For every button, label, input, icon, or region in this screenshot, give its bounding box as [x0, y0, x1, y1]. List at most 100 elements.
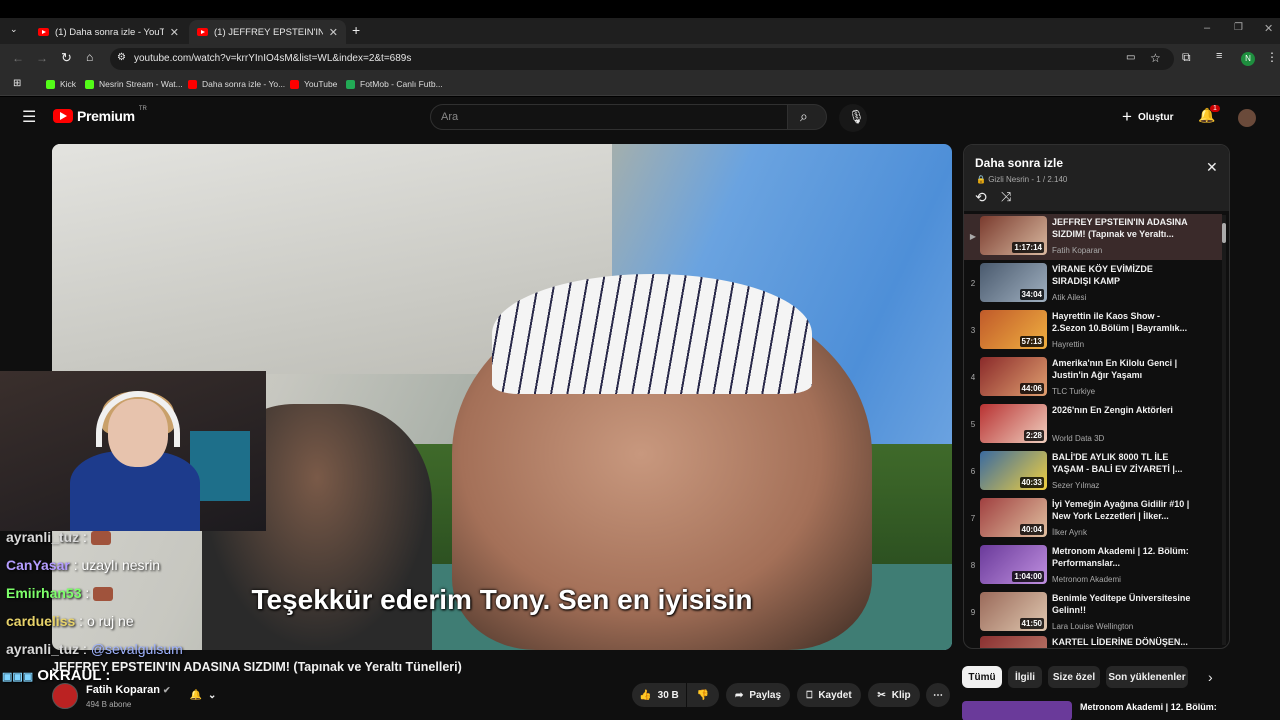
chat-line: ayranli_tuz :	[6, 529, 266, 557]
minimize-icon[interactable]: –	[1204, 22, 1210, 34]
scissors-icon: ✂	[877, 689, 886, 701]
video-thumbnail: 1:04:00	[980, 545, 1047, 584]
account-avatar[interactable]	[1238, 109, 1256, 127]
save-button[interactable]: ⎕ Kaydet	[797, 683, 861, 707]
plus-icon: +	[1122, 107, 1132, 126]
reload-icon[interactable]: ↻	[61, 50, 72, 66]
youtube-logo[interactable]: Premium TR	[53, 106, 147, 124]
channel-name[interactable]: Fatih Koparan ✔	[86, 684, 171, 696]
more-actions-button[interactable]: ⋯	[926, 683, 950, 707]
playlist-title[interactable]: Daha sonra izle	[975, 156, 1063, 170]
chrome-menu-icon[interactable]: ⋮	[1266, 50, 1278, 64]
notifications-button[interactable]: 🔔 1	[1198, 105, 1222, 129]
bookmark-watch-later[interactable]: Daha sonra izle - Yo...	[188, 79, 285, 89]
chip-recent[interactable]: Son yüklenenler	[1106, 666, 1188, 688]
search-input[interactable]: Ara	[430, 104, 788, 130]
playlist-item[interactable]: 6 40:33 BALİ'DE AYLIK 8000 TL İLE YAŞAM …	[964, 449, 1222, 495]
bookmark-star-icon[interactable]: ☆	[1150, 51, 1161, 65]
url-bar[interactable]: ⚙ youtube.com/watch?v=krrYInIO4sM&list=W…	[110, 48, 1174, 70]
channel-avatar[interactable]	[52, 683, 78, 709]
video-thumbnail: 2:28	[980, 404, 1047, 443]
bookmark-youtube[interactable]: YouTube	[290, 79, 337, 89]
chip-for-you[interactable]: Size özel	[1048, 666, 1100, 688]
extensions-icon[interactable]: ⧉	[1182, 50, 1191, 65]
tab-bar: ⌄ (1) Daha sonra izle - YouTube ✕ (1) JE…	[0, 18, 1280, 44]
kick-icon	[46, 79, 55, 89]
video-thumbnail: 40:04	[980, 498, 1047, 537]
bookmark-fotmob[interactable]: FotMob - Canlı Futb...	[346, 79, 443, 89]
notification-bell-button[interactable]: 🔔 ⌄	[180, 683, 226, 707]
loop-icon[interactable]: ⟲	[975, 189, 987, 206]
thumbs-down-icon: 👎	[696, 689, 710, 701]
playlist-item[interactable]: 8 1:04:00 Metronom Akademi | 12. Bölüm: …	[964, 543, 1222, 589]
tab-active-video[interactable]: (1) JEFFREY EPSTEIN'IN ADASIN ✕	[189, 20, 346, 44]
shuffle-icon[interactable]: ⤨	[1001, 189, 1011, 205]
bookmark-icon: ⎕	[806, 689, 813, 701]
fotmob-icon	[346, 79, 355, 89]
notification-count-badge: 1	[1210, 105, 1220, 112]
youtube-favicon-icon	[197, 28, 208, 36]
chat-emote-icon	[90, 531, 111, 546]
install-app-icon[interactable]: ▭	[1126, 52, 1135, 63]
video-thumbnail	[980, 636, 1047, 648]
create-button[interactable]: + Oluştur	[1122, 107, 1174, 127]
playlist-item[interactable]: 10 KARTEL LİDERİNE DÖNÜŞEN...	[964, 634, 1222, 648]
social-icons: ▣▣▣	[2, 671, 34, 683]
video-thumbnail: 44:06	[980, 357, 1047, 396]
playlist-item[interactable]: 3 57:13 Hayrettin ile Kaos Show - 2.Sezo…	[964, 308, 1222, 354]
chevron-right-icon[interactable]: ›	[1208, 669, 1213, 685]
forward-icon[interactable]: →	[36, 51, 48, 65]
subscriber-count: 494 B abone	[86, 700, 132, 709]
chip-related[interactable]: İlgili	[1008, 666, 1042, 688]
media-control-icon[interactable]: ≡	[1216, 50, 1222, 62]
playlist-item[interactable]: 7 40:04 İyi Yemeğin Ayağına Gidilir #10 …	[964, 496, 1222, 542]
tab-watch-later[interactable]: (1) Daha sonra izle - YouTube ✕	[30, 20, 187, 44]
bookmark-nesrin-stream[interactable]: Nesrin Stream - Wat...	[85, 79, 183, 89]
streamer-webcam	[0, 371, 266, 531]
like-button[interactable]: 👍 30 B	[632, 683, 686, 707]
maximize-icon[interactable]: ❐	[1234, 22, 1243, 33]
playlist-item[interactable]: 9 41:50 Benimle Yeditepe Üniversitesine …	[964, 590, 1222, 636]
close-tab-icon[interactable]: ✕	[329, 26, 338, 39]
chevron-down-icon: ⌄	[208, 689, 217, 701]
video-thumbnail: 57:13	[980, 310, 1047, 349]
playlist-header: Daha sonra izle 🔒 Gizli Nesrin - 1 / 2.1…	[964, 145, 1229, 211]
overlay-user-label: ▣▣▣ OKRAUL :	[2, 667, 111, 684]
url-text: youtube.com/watch?v=krrYInIO4sM&list=WL&…	[134, 53, 412, 64]
share-button[interactable]: ➦ Paylaş	[726, 683, 790, 707]
video-thumbnail: 1:17:14	[980, 216, 1047, 255]
scroll-thumb[interactable]	[1222, 223, 1226, 243]
bell-icon: 🔔	[189, 689, 203, 701]
hamburger-menu-icon[interactable]: ☰	[22, 107, 36, 127]
dislike-button[interactable]: 👎	[687, 683, 719, 707]
address-bar-row: ← → ↻ ⌂ ⚙ youtube.com/watch?v=krrYInIO4s…	[0, 44, 1280, 74]
playlist-item[interactable]: ▶ 1:17:14 JEFFREY EPSTEIN'IN ADASINA SIZ…	[964, 214, 1222, 260]
playlist-item[interactable]: 4 44:06 Amerika'nın En Kilolu Genci | Ju…	[964, 355, 1222, 401]
recommendation-thumbnail	[962, 701, 1072, 720]
site-settings-icon[interactable]: ⚙	[117, 52, 126, 63]
back-icon[interactable]: ←	[12, 51, 24, 65]
profile-avatar[interactable]: N	[1241, 52, 1255, 66]
voice-search-button[interactable]: 🎙	[839, 104, 867, 132]
tab-list-icon[interactable]: ⌄	[10, 24, 18, 35]
verified-icon: ✔	[163, 685, 171, 695]
apps-grid-icon[interactable]: ⊞	[13, 78, 21, 89]
close-tab-icon[interactable]: ✕	[170, 26, 179, 39]
clip-button[interactable]: ✂ Klip	[868, 683, 920, 707]
kick-icon	[85, 79, 94, 89]
chip-all[interactable]: Tümü	[962, 666, 1002, 688]
youtube-icon	[290, 79, 299, 89]
next-recommendation[interactable]: Metronom Akademi | 12. Bölüm:	[962, 699, 1230, 720]
search-button[interactable]: ⌕	[787, 104, 827, 130]
home-icon[interactable]: ⌂	[86, 50, 93, 64]
playlist-item[interactable]: 5 2:28 2026'nın En Zengin Aktörleri Worl…	[964, 402, 1222, 448]
tab-title: (1) Daha sonra izle - YouTube	[55, 26, 164, 38]
video-title: JEFFREY EPSTEIN'IN ADASINA SIZDIM! (Tapı…	[52, 660, 462, 674]
bookmark-kick[interactable]: Kick	[46, 79, 76, 89]
video-thumbnail: 34:04	[980, 263, 1047, 302]
new-tab-icon[interactable]: +	[352, 22, 360, 38]
close-playlist-icon[interactable]: ✕	[1206, 159, 1218, 176]
playlist-scrollbar[interactable]	[1222, 215, 1226, 645]
playlist-item[interactable]: 2 34:04 VİRANE KÖY EVİMİZDE SIRADIŞI KAM…	[964, 261, 1222, 307]
close-window-icon[interactable]: ✕	[1264, 22, 1273, 35]
